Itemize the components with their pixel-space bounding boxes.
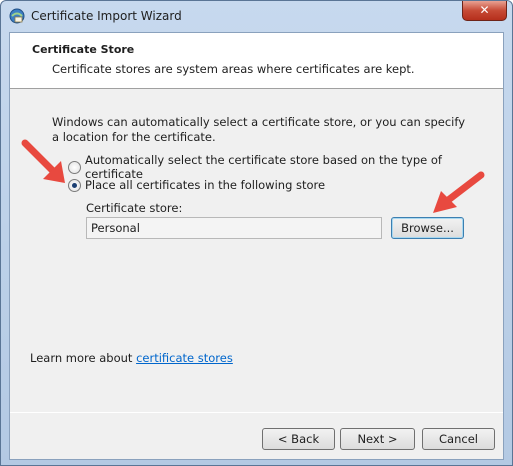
certificate-stores-link[interactable]: certificate stores	[136, 351, 233, 365]
cancel-button[interactable]: Cancel	[422, 428, 495, 450]
page-subtitle: Certificate stores are system areas wher…	[52, 62, 415, 76]
certificate-store-label: Certificate store:	[86, 201, 183, 215]
certificate-store-field: Personal	[86, 217, 382, 239]
instruction-text: Windows can automatically select a certi…	[52, 115, 466, 144]
title-bar[interactable]: Certificate Import Wizard ✕	[1, 1, 512, 32]
browse-button[interactable]: Browse...	[391, 217, 464, 239]
next-button[interactable]: Next >	[340, 428, 415, 450]
close-icon: ✕	[479, 3, 490, 17]
back-button[interactable]: < Back	[262, 428, 335, 450]
wizard-window: Certificate Import Wizard ✕ Certificate …	[0, 0, 513, 466]
learn-more-text: Learn more about certificate stores	[30, 351, 233, 365]
annotation-arrow-right-icon	[433, 171, 485, 213]
learn-more-prefix: Learn more about	[30, 351, 137, 365]
certificate-app-icon	[9, 8, 25, 24]
wizard-header: Certificate Store Certificate stores are…	[10, 33, 503, 89]
window-title: Certificate Import Wizard	[31, 9, 182, 23]
wizard-client-area: Certificate Store Certificate stores are…	[9, 32, 504, 460]
page-title: Certificate Store	[32, 43, 135, 56]
radio-manual-label[interactable]: Place all certificates in the following …	[85, 178, 325, 192]
close-button[interactable]: ✕	[462, 1, 507, 21]
footer-divider	[10, 412, 503, 413]
annotation-arrow-left-icon	[21, 139, 65, 183]
radio-place-in-store[interactable]: Place all certificates in the following …	[68, 178, 325, 192]
